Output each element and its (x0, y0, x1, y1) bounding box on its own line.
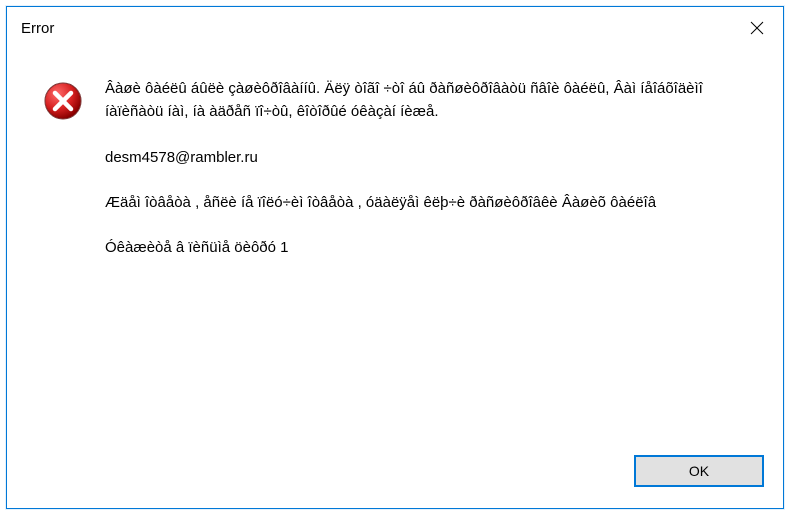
button-row: OK (7, 442, 783, 508)
message-paragraph: Âàøè ôàéëû áûëè çàøèôðîâàííû. Äëÿ òîãî ÷… (105, 77, 747, 124)
message-email: desm4578@rambler.ru (105, 146, 747, 169)
error-dialog: Error (6, 6, 784, 509)
dialog-title: Error (21, 20, 54, 37)
dialog-content: Âàøè ôàéëû áûëè çàøèôðîâàííû. Äëÿ òîãî ÷… (7, 49, 783, 442)
ok-button[interactable]: OK (635, 456, 763, 486)
close-icon (750, 21, 764, 35)
icon-column (43, 77, 83, 422)
message-text: Âàøè ôàéëû áûëè çàøèôðîâàííû. Äëÿ òîãî ÷… (105, 77, 747, 422)
close-button[interactable] (731, 7, 783, 49)
error-icon (43, 81, 83, 121)
message-paragraph: Óêàæèòå â ïèñüìå öèôðó 1 (105, 236, 747, 259)
message-paragraph: Æäåì îòâåòà , åñëè íå ïîëó÷èì îòâåòà , ó… (105, 191, 747, 214)
titlebar: Error (7, 7, 783, 49)
